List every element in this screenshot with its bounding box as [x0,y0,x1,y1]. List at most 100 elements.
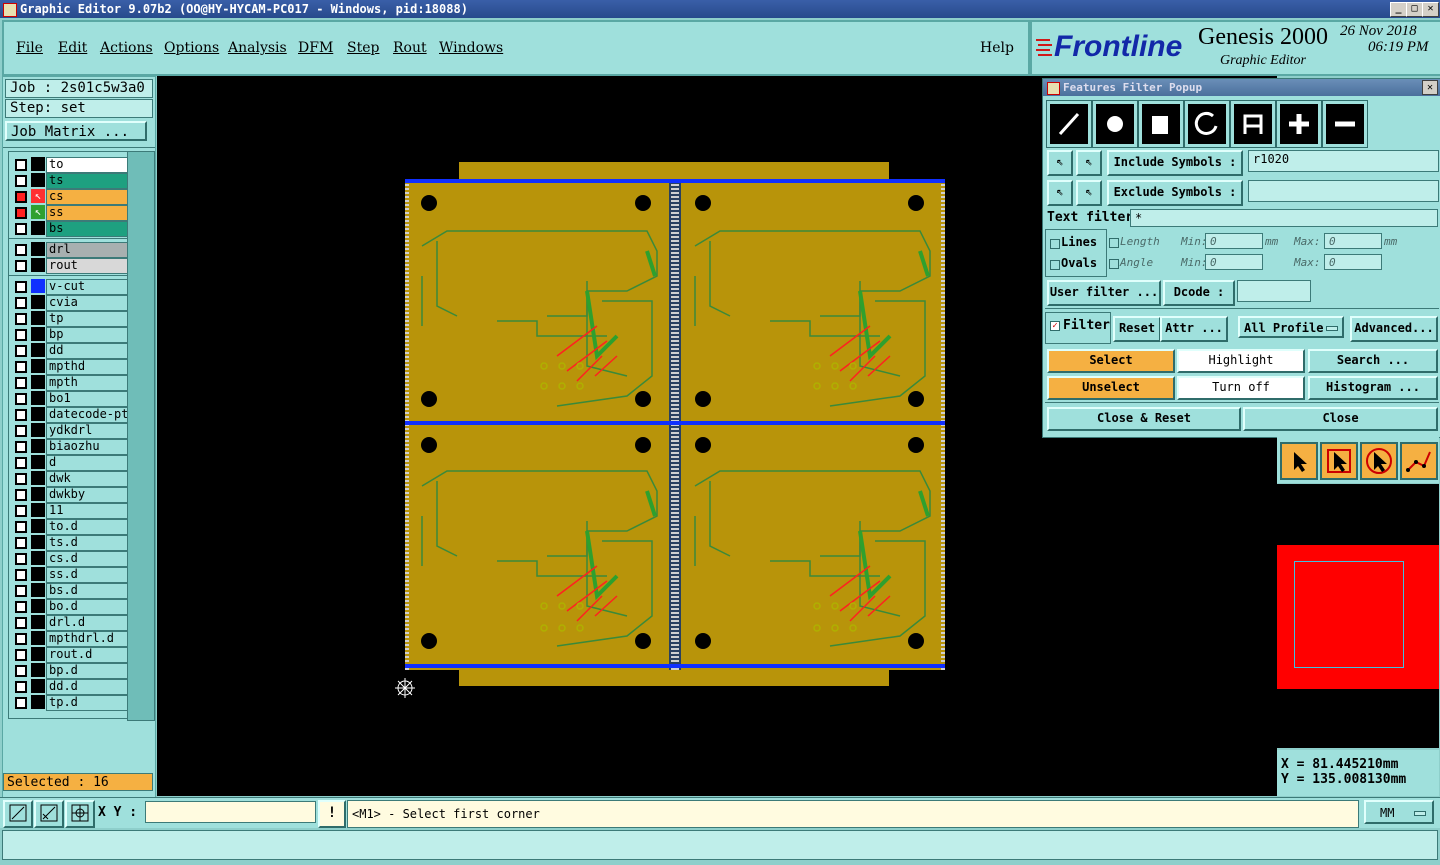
layer-row-rout.d[interactable]: rout.d [11,647,130,663]
layer-checkbox[interactable] [15,681,27,693]
menu-help[interactable]: Help [980,40,1014,56]
layer-row-mpth[interactable]: mpth [11,375,130,391]
advanced-button[interactable]: Advanced... [1350,316,1438,342]
layer-color-swatch[interactable] [31,279,45,293]
layer-name[interactable]: tp.d [46,695,130,711]
turn-off-button[interactable]: Turn off [1177,376,1305,400]
filter-checkbox[interactable]: ✓ [1050,321,1060,331]
layer-row-cvia[interactable]: cvia [11,295,130,311]
text-tool-button[interactable] [1230,100,1276,148]
layer-color-swatch[interactable] [31,407,45,421]
layer-name[interactable]: rout.d [46,647,130,663]
warning-icon[interactable]: ! [318,800,346,828]
layer-name[interactable]: bs [46,221,130,237]
close-button[interactable]: ✕ [1422,2,1439,17]
layer-color-swatch[interactable] [31,551,45,565]
layer-color-swatch[interactable] [31,567,45,581]
layer-checkbox[interactable] [15,361,27,373]
layer-color-swatch[interactable] [31,391,45,405]
units-dropdown[interactable]: MM [1364,800,1434,824]
maximize-button[interactable]: □ [1406,2,1423,17]
layer-name[interactable]: dd.d [46,679,130,695]
angle-max-input[interactable]: 0 [1324,254,1382,270]
length-min-input[interactable]: 0 [1205,233,1263,249]
menu-edit[interactable]: Edit [58,40,87,56]
close-popup-button[interactable]: Close [1243,407,1438,431]
positive-polarity-button[interactable] [1276,100,1322,148]
close-reset-button[interactable]: Close & Reset [1047,407,1241,431]
layer-name[interactable]: cvia [46,295,130,311]
layer-name[interactable]: ydkdrl [46,423,130,439]
layer-color-swatch[interactable] [31,242,45,256]
attr-button[interactable]: Attr ... [1160,316,1228,342]
layer-row-tp[interactable]: tp [11,311,130,327]
exclude-symbols-input[interactable] [1248,180,1439,202]
layer-name[interactable]: dd [46,343,130,359]
layer-name[interactable]: ss.d [46,567,130,583]
layer-row-dd.d[interactable]: dd.d [11,679,130,695]
menu-step[interactable]: Step [347,40,379,56]
layer-color-swatch[interactable] [31,471,45,485]
layer-color-swatch[interactable] [31,258,45,272]
layer-name[interactable]: ts.d [46,535,130,551]
select-button[interactable]: Select [1047,349,1175,373]
grid-snap-icon[interactable] [65,800,95,828]
layer-row-to[interactable]: to [11,157,130,173]
exclude-symbols-button[interactable]: Exclude Symbols : [1107,180,1243,206]
layer-checkbox[interactable] [15,260,27,272]
layer-checkbox[interactable] [15,553,27,565]
layer-name[interactable]: bo1 [46,391,130,407]
all-profile-dropdown[interactable]: All Profile [1238,316,1344,338]
layer-color-swatch[interactable] [31,423,45,437]
popup-close-icon[interactable]: ✕ [1422,80,1438,95]
menu-dfm[interactable]: DFM [298,40,333,56]
layer-checkbox[interactable] [15,489,27,501]
text-filter-input[interactable]: * [1130,209,1438,227]
layer-color-swatch[interactable] [31,487,45,501]
line-tool-button[interactable] [1046,100,1092,148]
layer-color-swatch[interactable] [31,503,45,517]
pointer-select-icon[interactable] [1280,442,1318,480]
layer-color-swatch[interactable] [31,311,45,325]
layer-row-v-cut[interactable]: v-cut [11,279,130,295]
layer-name[interactable]: ts [46,173,130,189]
highlight-button[interactable]: Highlight [1177,349,1305,373]
layer-name[interactable]: bp.d [46,663,130,679]
user-filter-button[interactable]: User filter ... [1047,280,1161,306]
layer-row-ss[interactable]: ↖ ss [11,205,130,221]
layer-row-bp[interactable]: bp [11,327,130,343]
layer-name[interactable]: mpthd [46,359,130,375]
layer-checkbox[interactable] [15,207,27,219]
layer-name[interactable]: dwkby [46,487,130,503]
measure-icon[interactable] [34,800,64,828]
layer-color-swatch[interactable] [31,599,45,613]
layer-checkbox[interactable] [15,425,27,437]
layer-color-swatch[interactable] [31,615,45,629]
layer-color-swatch[interactable] [31,439,45,453]
layer-name[interactable]: datecode-ptc [46,407,130,423]
overview-viewport[interactable] [1294,561,1404,668]
negative-polarity-button[interactable] [1322,100,1368,148]
layer-checkbox[interactable] [15,473,27,485]
layer-checkbox[interactable] [15,191,27,203]
layer-name[interactable]: bp [46,327,130,343]
layer-row-dwk[interactable]: dwk [11,471,130,487]
layer-name[interactable]: 11 [46,503,130,519]
layer-color-swatch[interactable] [31,679,45,693]
reset-button[interactable]: Reset [1113,316,1161,342]
angle-min-input[interactable]: 0 [1205,254,1263,270]
layer-checkbox[interactable] [15,175,27,187]
dcode-button[interactable]: Dcode : [1163,280,1235,306]
zoom-fit-icon[interactable] [3,800,33,828]
layer-checkbox[interactable] [15,281,27,293]
layer-checkbox[interactable] [15,409,27,421]
layer-checkbox[interactable] [15,505,27,517]
layer-color-swatch[interactable] [31,157,45,171]
layer-row-mpthd[interactable]: mpthd [11,359,130,375]
layer-name[interactable]: bo.d [46,599,130,615]
menu-rout[interactable]: Rout [393,40,427,56]
layer-name[interactable]: ss [46,205,130,221]
net-select-icon[interactable] [1400,442,1438,480]
layer-checkbox[interactable] [15,441,27,453]
layer-checkbox[interactable] [15,329,27,341]
